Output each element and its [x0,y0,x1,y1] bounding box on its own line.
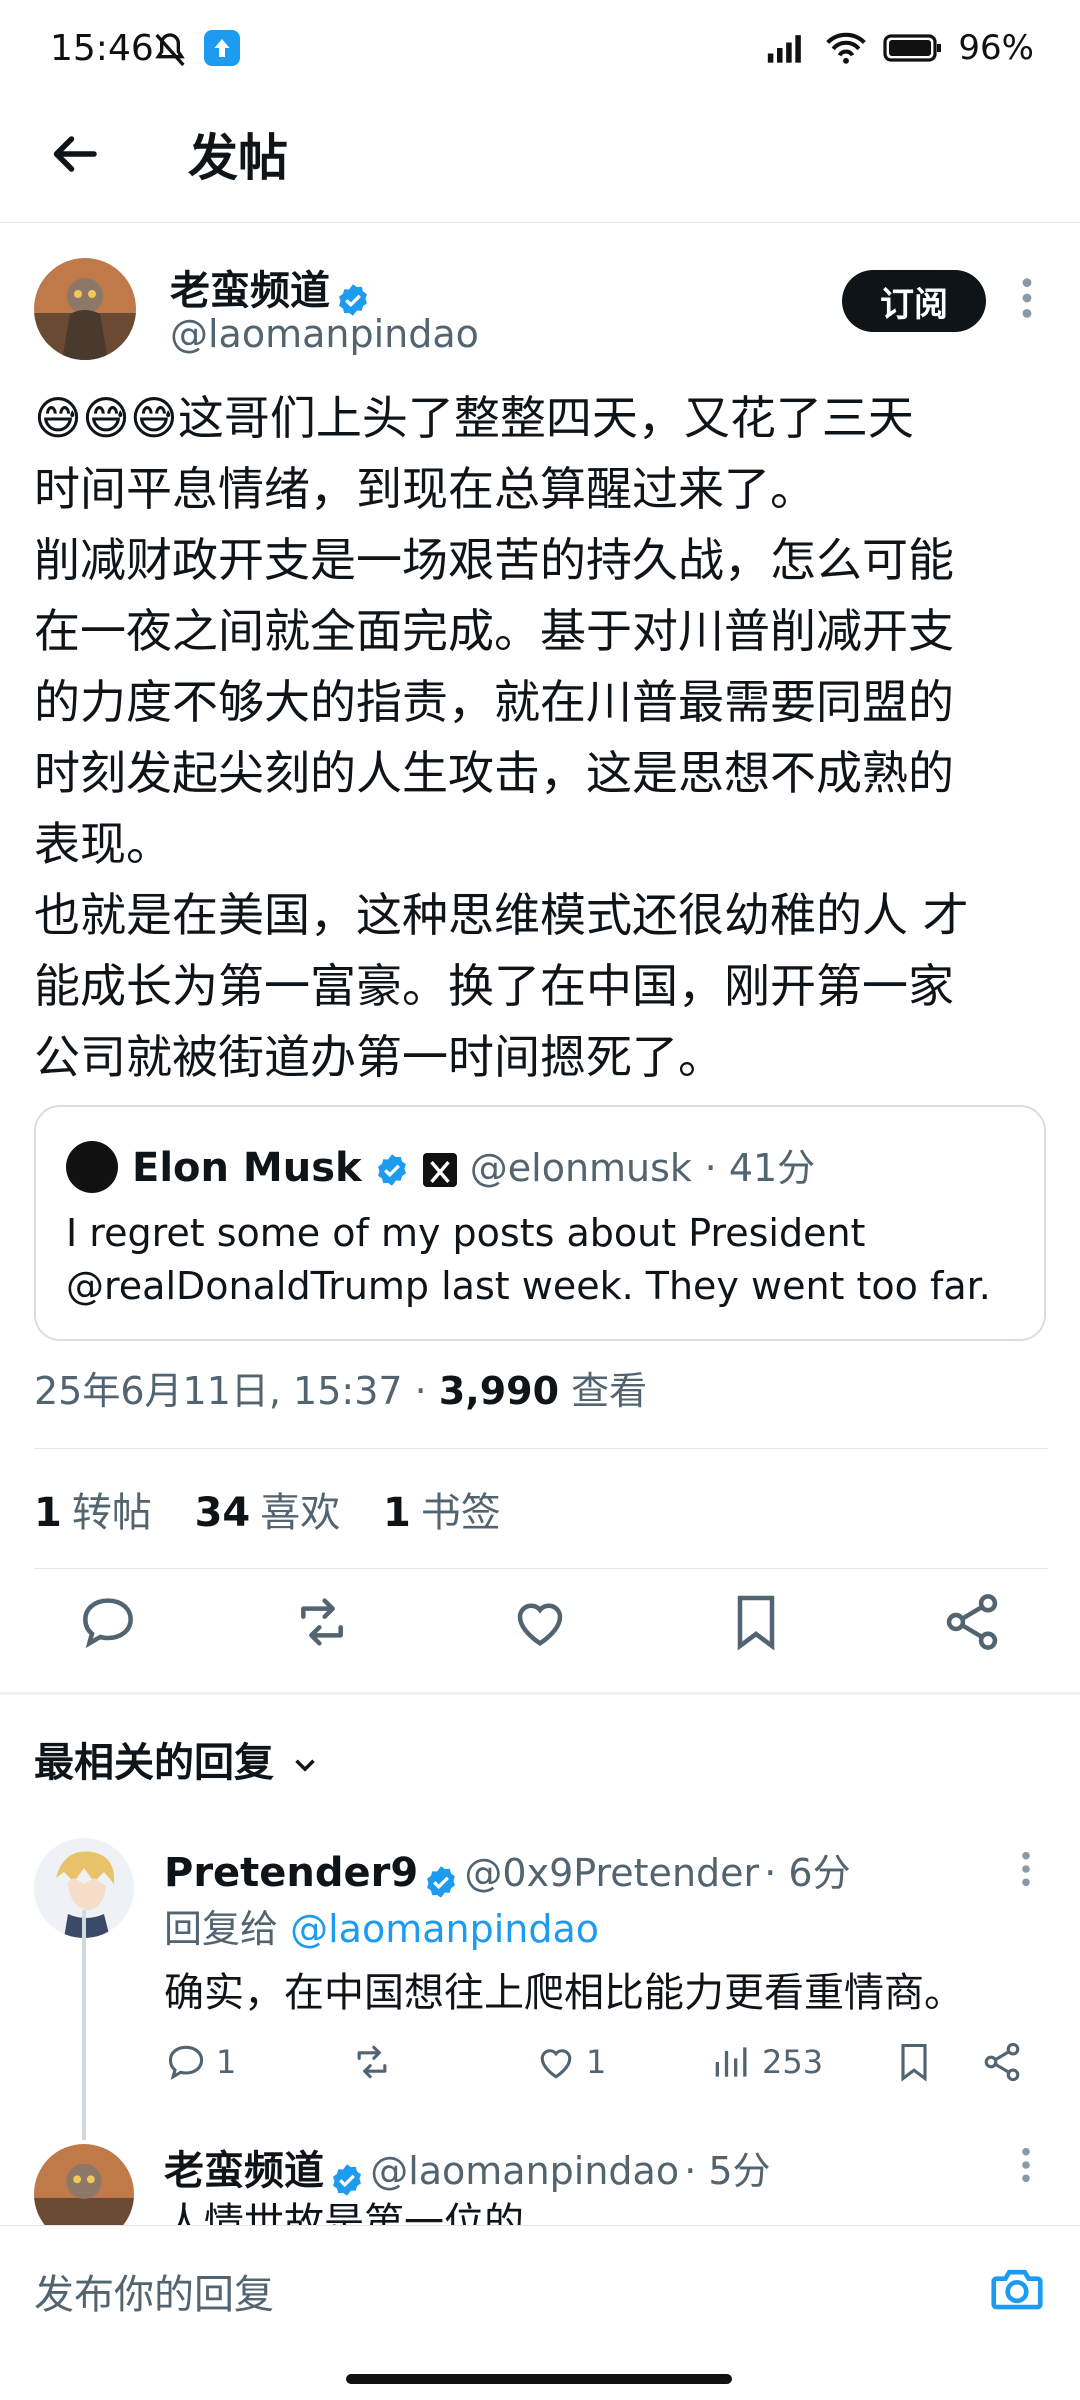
reply-icon[interactable] [76,1590,140,1654]
post-stats: 1 转帖 34 喜欢 1 书签 [34,1480,501,1538]
quoted-post[interactable]: Elon Musk @elonmusk · 41分 I regret some … [34,1105,1046,1341]
quote-time: · 41分 [704,1146,816,1190]
x-logo-icon [423,1153,458,1187]
repost-icon[interactable] [290,1590,354,1654]
more-icon[interactable] [1020,2146,1032,2194]
reply-author-handle[interactable]: @0x9Pretender [464,1851,759,1895]
post-action-bar [0,1590,1080,1670]
reply-icon [168,2045,204,2080]
author-name: 老蛮频道 [170,268,330,314]
replies-sort-label: 最相关的回复 [34,1740,274,1786]
like-icon [540,2049,572,2079]
more-icon[interactable] [1020,1850,1032,1898]
mute-icon [150,30,190,74]
section-separator [0,1692,1080,1695]
upload-notification-icon [204,30,240,66]
replies-sort-dropdown[interactable]: 最相关的回复 [34,1730,322,1788]
stat-bookmarks[interactable]: 1 书签 [383,1490,501,1536]
quote-author-name: Elon Musk [132,1145,362,1191]
reply-text: 人情世故是第一位的 [164,2200,524,2225]
status-right: 96% [766,28,1034,68]
views-label: 查看 [571,1369,648,1413]
views-icon [715,2047,747,2077]
post-timestamp: 25年6月11日, 15:37 · [34,1369,427,1413]
avatar[interactable] [34,258,136,360]
post-text: 😅😅😅这哥们上头了整整四天，又花了三天 时间平息情绪，到现在总算醒过来了。 削减… [34,391,969,1084]
divider [0,2225,1080,2226]
avatar[interactable] [34,2144,134,2225]
quote-header: Elon Musk @elonmusk · 41分 [132,1137,815,1192]
subscribe-button[interactable]: 订阅 [842,270,986,332]
share-icon[interactable] [980,2040,1024,2084]
battery-icon [883,34,942,62]
stat-reposts[interactable]: 1 转帖 [34,1490,152,1536]
signal-icon [768,35,802,63]
divider [34,1568,1048,1569]
quote-avatar [66,1141,118,1193]
thread-line [82,1910,86,2140]
reply-item[interactable]: 老蛮频道 @laomanpindao · 5分 人情世故是第一位的 [0,2130,1080,2225]
reply-author-name[interactable]: Pretender9 [164,1850,418,1896]
verified-badge-icon [427,1865,456,1898]
stat-likes[interactable]: 34 喜欢 [195,1490,341,1536]
status-bar: 15:46 96% [0,0,1080,100]
repost-icon [357,2045,387,2079]
bookmark-icon[interactable] [724,1590,788,1654]
reply-text: 确实，在中国想往上爬相比能力更看重情商。 [164,1970,964,2016]
reply-count: 1 [216,2043,237,2081]
quote-text: I regret some of my posts about Presiden… [66,1211,991,1308]
chevron-down-icon [295,1759,315,1772]
like-count: 1 [586,2043,607,2081]
back-arrow-icon[interactable] [44,124,114,194]
quote-author-handle: @elonmusk [469,1146,692,1190]
reply-header: Pretender9 @0x9Pretender · 6分 [164,1842,851,1900]
reply-author-name[interactable]: 老蛮频道 [164,2148,324,2194]
reply-compose-input[interactable]: 发布你的回复 [34,2262,274,2320]
view-count: 253 [762,2043,824,2081]
battery-level: 96% [958,28,1034,68]
camera-icon[interactable] [986,2258,1048,2320]
reply-header: 老蛮频道 @laomanpindao · 5分 [164,2138,771,2198]
like-icon[interactable] [508,1590,572,1654]
page-title: 发帖 [188,129,288,187]
reply-repost-button[interactable] [350,2040,394,2084]
bookmark-icon[interactable] [892,2040,936,2084]
more-icon[interactable] [1020,276,1034,330]
wifi-icon [826,32,867,64]
post-meta: 25年6月11日, 15:37 · 3,990 查看 [34,1360,647,1415]
author-handle[interactable]: @laomanpindao [170,312,479,356]
divider [34,1448,1048,1449]
reply-time: · 6分 [764,1851,851,1895]
reply-reply-button[interactable]: 1 [164,2040,236,2084]
post-author[interactable]: 老蛮频道 [170,258,371,318]
reply-views-button[interactable]: 253 [710,2040,823,2084]
share-icon[interactable] [940,1590,1004,1654]
reply-to: 回复给 @laomanpindao [164,1907,600,1951]
reply-time: · 5分 [684,2149,771,2193]
status-time: 15:46 [50,28,154,69]
views-count: 3,990 [438,1369,560,1413]
app-header [0,100,1080,223]
reply-like-button[interactable]: 1 [534,2040,606,2084]
reply-to-link[interactable]: @laomanpindao [290,1907,599,1951]
home-indicator[interactable] [346,2374,732,2384]
reply-author-handle[interactable]: @laomanpindao [370,2149,679,2193]
verified-badge-icon [378,1154,407,1186]
